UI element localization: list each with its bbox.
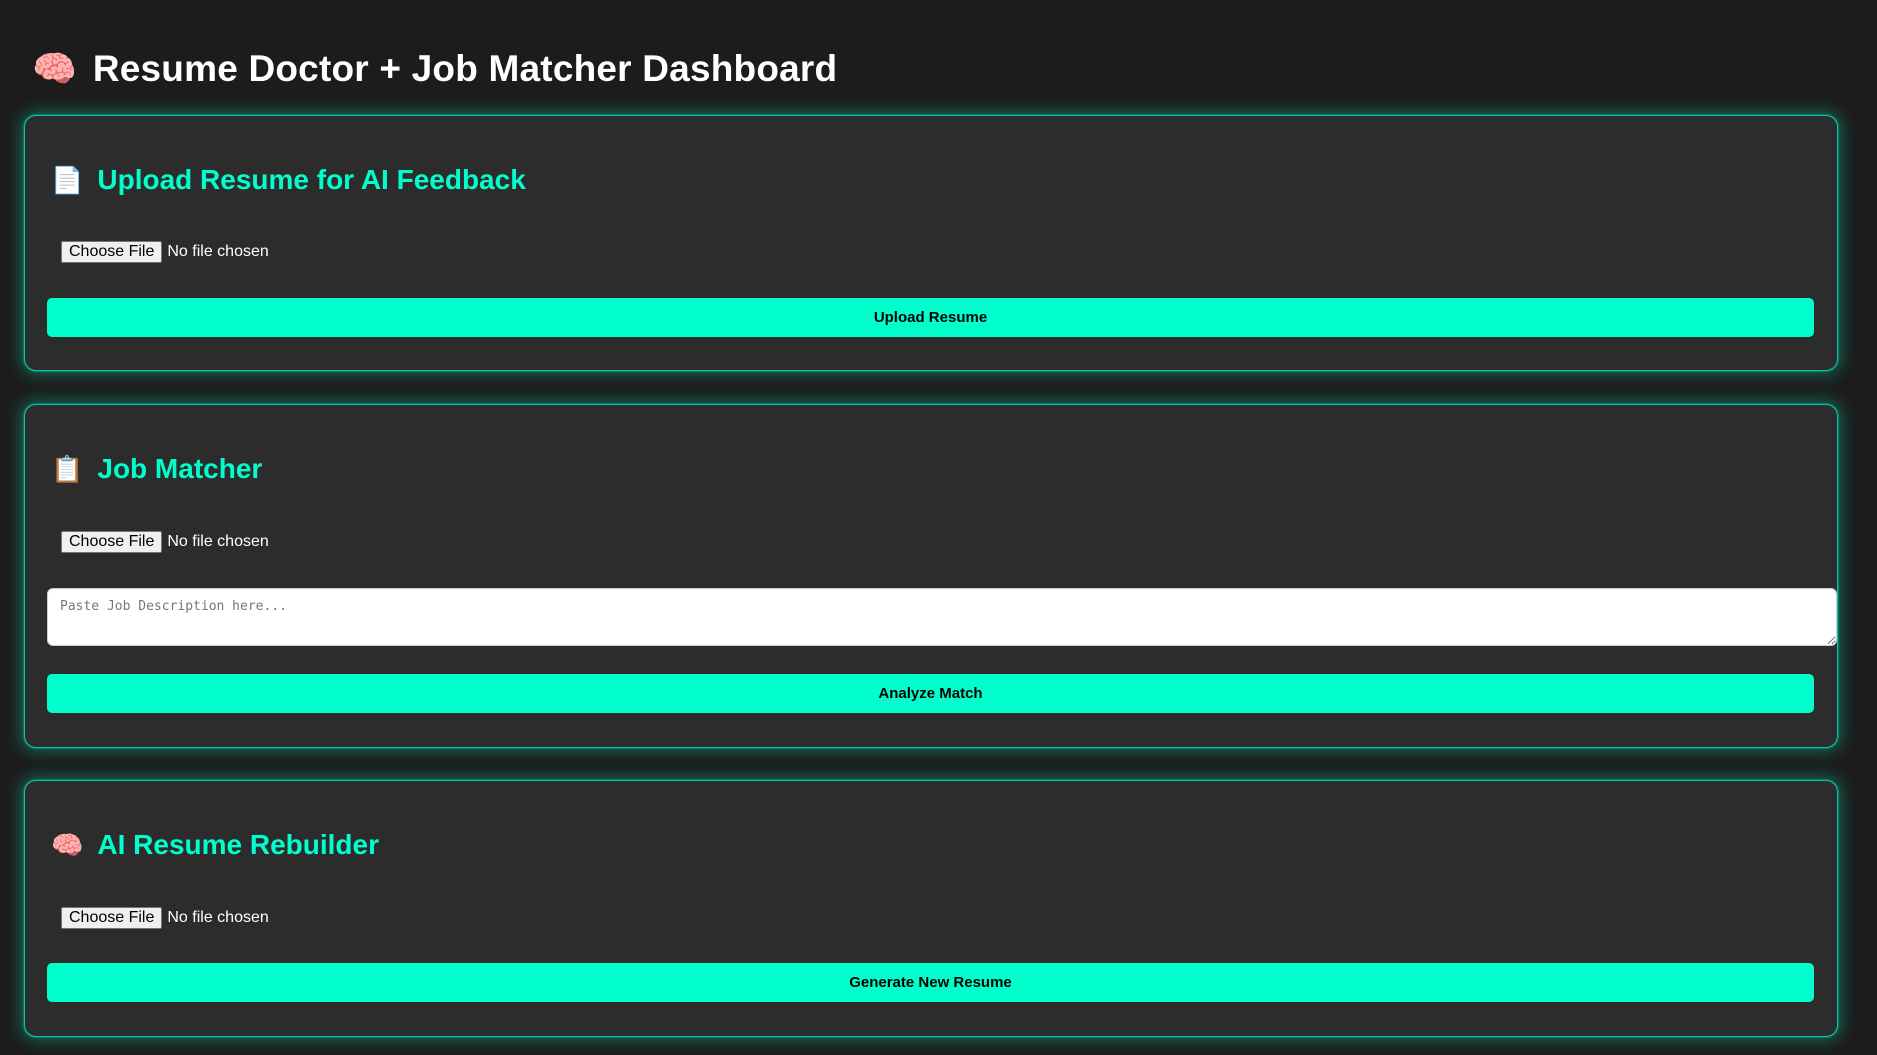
matcher-file-status: No file chosen [167,533,269,550]
job-matcher-card: 📋 Job Matcher Choose File No file chosen… [24,404,1838,748]
page-title: Resume Doctor + Job Matcher Dashboard [92,48,838,89]
document-icon: 📄 [51,165,84,195]
clipboard-icon: 📋 [51,454,84,484]
upload-resume-card: 📄 Upload Resume for AI Feedback Choose F… [24,115,1838,371]
matcher-choose-file-button[interactable]: Choose File [61,531,163,553]
resume-rebuilder-card: 🧠 AI Resume Rebuilder Choose File No fil… [24,780,1838,1037]
rebuilder-choose-file-button[interactable]: Choose File [61,907,163,929]
analyze-match-button[interactable]: Analyze Match [47,674,1814,713]
upload-file-status: No file chosen [167,243,269,260]
upload-choose-file-button[interactable]: Choose File [61,241,163,263]
generate-new-resume-button[interactable]: Generate New Resume [47,963,1814,1002]
brain-icon: 🧠 [32,48,77,89]
matcher-card-heading: Job Matcher [97,453,263,484]
upload-resume-button[interactable]: Upload Resume [47,298,1814,337]
upload-card-title: 📄 Upload Resume for AI Feedback [51,164,526,196]
upload-card-heading: Upload Resume for AI Feedback [97,164,526,195]
rebuilder-card-title: 🧠 AI Resume Rebuilder [51,829,379,861]
rebuilder-card-heading: AI Resume Rebuilder [97,829,380,860]
upload-file-input[interactable]: Choose File No file chosen [61,241,269,263]
matcher-card-title: 📋 Job Matcher [51,453,262,485]
page-header: 🧠 Resume Doctor + Job Matcher Dashboard [24,0,1853,114]
rebuilder-file-input[interactable]: Choose File No file chosen [61,907,269,929]
brain-icon: 🧠 [51,830,84,860]
page: 🧠 Resume Doctor + Job Matcher Dashboard … [0,0,1877,1037]
job-description-textarea[interactable] [47,588,1837,646]
rebuilder-file-status: No file chosen [167,909,269,926]
matcher-file-input[interactable]: Choose File No file chosen [61,531,269,553]
